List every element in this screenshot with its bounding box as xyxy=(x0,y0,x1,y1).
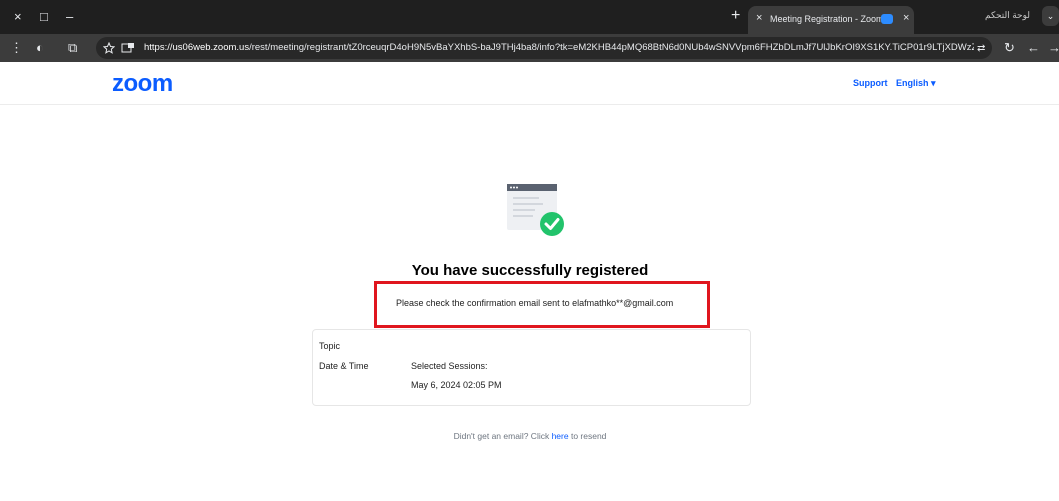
resend-suffix: to resend xyxy=(568,431,607,441)
topic-label: Topic xyxy=(319,341,341,351)
selected-sessions-label: Selected Sessions: xyxy=(411,361,488,371)
datetime-label: Date & Time xyxy=(319,361,369,371)
new-tab-button[interactable]: + xyxy=(731,7,740,25)
forward-icon[interactable]: → xyxy=(1048,40,1059,56)
back-icon[interactable]: ← xyxy=(1027,40,1040,56)
tab-dashboard[interactable]: لوحة التحكم xyxy=(985,10,1030,21)
bookmark-star-icon[interactable] xyxy=(103,42,115,54)
tab-meeting-registration[interactable]: × Meeting Registration - Zoom × xyxy=(748,6,914,34)
meeting-details-card: Topic Date & Time Selected Sessions: May… xyxy=(312,329,751,406)
support-link[interactable]: Support xyxy=(853,78,888,88)
session-datetime: May 6, 2024 02:05 PM xyxy=(411,380,502,390)
menu-icon[interactable]: ⋮ xyxy=(10,40,23,56)
confirmation-message: Please check the confirmation email sent… xyxy=(396,298,674,308)
tab-search-button[interactable]: ⌄ xyxy=(1042,6,1059,26)
settings-toggle-icon[interactable]: ⇄ xyxy=(977,41,985,57)
url-text[interactable]: https://us06web.zoom.us/rest/meeting/reg… xyxy=(144,42,974,53)
profile-icon[interactable]: ◐ xyxy=(36,40,44,56)
zoom-logo[interactable]: zoom xyxy=(112,70,173,98)
resend-email-text: Didn't get an email? Click here to resen… xyxy=(300,431,760,441)
tab-title: Meeting Registration - Zoom xyxy=(770,14,884,24)
zoom-favicon-icon xyxy=(881,14,893,24)
resend-prefix: Didn't get an email? Click xyxy=(453,431,552,441)
window-maximize-icon[interactable]: □ xyxy=(40,9,48,25)
tab-close-icon[interactable]: × xyxy=(903,12,909,24)
language-dropdown[interactable]: English ▾ xyxy=(896,78,936,89)
window-minimize-icon[interactable]: – xyxy=(66,9,73,25)
url-host: https://us06web.zoom.us xyxy=(144,42,250,53)
extensions-icon[interactable]: ⧉ xyxy=(68,40,77,56)
site-info-icon[interactable] xyxy=(121,42,135,54)
resend-link[interactable]: here xyxy=(552,431,569,441)
page-title: You have successfully registered xyxy=(411,262,649,279)
browser-tab-bar: × □ – + × Meeting Registration - Zoom × … xyxy=(0,0,1059,34)
tab-close-icon[interactable]: × xyxy=(756,12,762,24)
url-path: /rest/meeting/registrant/tZ0rceuqrD4oH9N… xyxy=(249,42,974,53)
registration-success-icon xyxy=(507,184,564,236)
window-close-icon[interactable]: × xyxy=(14,9,22,25)
reload-icon[interactable]: ↻ xyxy=(1004,40,1015,56)
